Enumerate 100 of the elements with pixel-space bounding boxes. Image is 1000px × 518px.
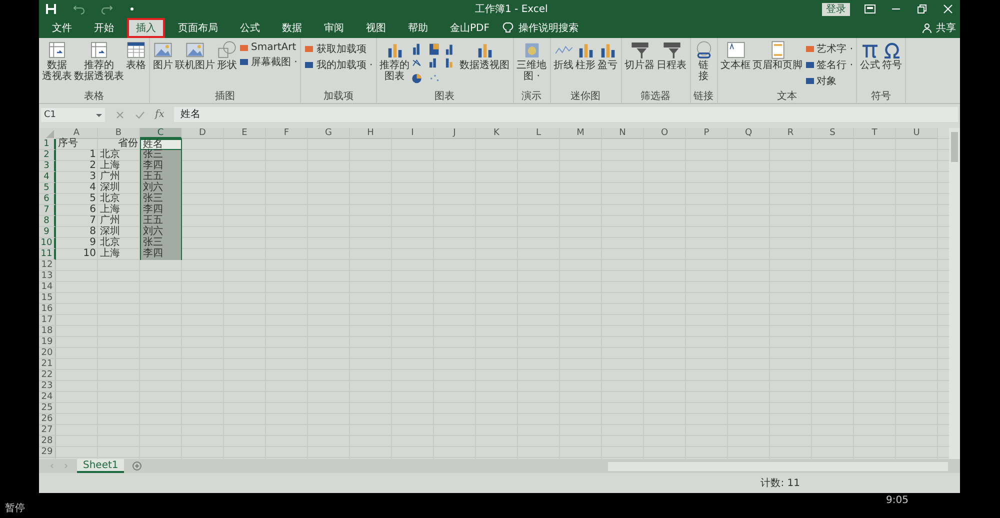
row-header[interactable]: 2 [39,150,56,161]
column-header[interactable]: T [854,128,896,139]
ribbon-display-icon[interactable] [864,3,876,15]
check-icon[interactable] [135,110,145,120]
column-header[interactable]: L [518,128,560,139]
ribbon-button[interactable]: 艺术字 · [804,42,854,56]
column-header[interactable]: B [98,128,140,139]
redo-icon[interactable] [101,3,113,15]
ribbon-tab[interactable]: 页面布局 [169,18,227,38]
ribbon-button[interactable]: 联机图片 [174,40,216,71]
column-header[interactable]: K [476,128,518,139]
row-header[interactable]: 9 [39,227,56,238]
add-sheet-icon[interactable] [132,461,142,471]
ribbon-button[interactable]: 屏幕截图 · [238,55,298,69]
column-header[interactable]: O [644,128,686,139]
row-header[interactable]: 13 [39,271,56,282]
ribbon-tab[interactable]: 公式 [231,18,269,38]
ribbon-button[interactable]: 我的加载项 · [303,58,374,72]
ribbon-tab[interactable]: 文件 [43,18,81,38]
ribbon-button[interactable]: 对象 [804,74,854,88]
ribbon-button[interactable]: 图片 [152,40,174,71]
ribbon-button[interactable]: 折线 [552,40,575,71]
row-header[interactable]: 5 [39,183,56,194]
row-header[interactable]: 6 [39,194,56,205]
column-header[interactable]: P [686,128,728,139]
row-header[interactable]: 27 [39,425,56,436]
row-header[interactable]: 8 [39,216,56,227]
ribbon-button[interactable]: 表格 [125,40,147,71]
row-header[interactable]: 12 [39,260,56,271]
row-header[interactable]: 11 [39,249,56,260]
row-header[interactable]: 17 [39,315,56,326]
ribbon-button[interactable]: SmartArt [238,42,298,53]
person-icon[interactable] [922,23,932,33]
insert-function-button[interactable]: fx [155,109,164,120]
ribbon-button[interactable]: 日程表 [656,40,688,71]
sign-in-button[interactable]: 登录 [822,2,850,16]
row-header[interactable]: 19 [39,337,56,348]
ribbon-button[interactable]: 公式 [859,40,882,71]
ribbon-button[interactable]: 签名行 · [804,58,854,72]
row-header[interactable]: 1 [39,139,56,150]
column-header[interactable]: A [56,128,98,139]
ribbon-button[interactable]: 链 接 [692,40,715,82]
row-header[interactable]: 4 [39,172,56,183]
row-header[interactable]: 29 [39,447,56,458]
column-header[interactable]: J [434,128,476,139]
ribbon-button[interactable]: 三维地 图 · [516,40,548,82]
ribbon-tab[interactable]: 开始 [85,18,123,38]
row-header[interactable]: 16 [39,304,56,315]
ribbon-tab[interactable]: 插入 [127,18,165,38]
row-header[interactable]: 14 [39,282,56,293]
row-header[interactable]: 15 [39,293,56,304]
ribbon-button[interactable]: 推荐的 图表 [378,40,411,82]
sheet-tab[interactable]: Sheet1 [77,459,124,473]
formula-input[interactable]: 姓名 [174,107,958,122]
column-header[interactable]: U [896,128,938,139]
column-header[interactable]: H [350,128,392,139]
column-header[interactable]: G [308,128,350,139]
horizontal-scrollbar[interactable] [608,462,948,470]
column-header[interactable]: R [770,128,812,139]
ribbon-button[interactable]: 数据 透视表 [41,40,73,82]
column-header[interactable]: S [812,128,854,139]
vertical-scrollbar[interactable] [949,128,960,459]
ribbon-button[interactable]: 形状 [216,40,238,71]
ribbon-button[interactable]: 符号 [881,40,904,71]
close-icon[interactable] [942,3,954,15]
ribbon-button[interactable]: 获取加载项 [303,42,374,56]
row-header[interactable]: 28 [39,436,56,447]
row-header[interactable]: 24 [39,392,56,403]
tell-me-search[interactable]: 操作说明搜索 [518,21,578,35]
cancel-icon[interactable] [115,110,125,120]
column-header[interactable]: C [140,128,182,139]
ribbon-button[interactable]: 推荐的 数据透视表 [73,40,125,82]
row-header[interactable]: 26 [39,414,56,425]
ribbon-button[interactable]: 页眉和页脚 [752,40,804,71]
column-header[interactable]: I [392,128,434,139]
row-header[interactable]: 18 [39,326,56,337]
column-header[interactable]: F [266,128,308,139]
ribbon-button[interactable]: 柱形 [574,40,597,71]
column-header[interactable]: M [560,128,602,139]
row-header[interactable]: 23 [39,381,56,392]
row-header[interactable]: 10 [39,238,56,249]
ribbon-button[interactable]: 数据透视图 [458,40,511,71]
ribbon-tab[interactable]: 审阅 [315,18,353,38]
share-button[interactable]: 共享 [936,21,956,35]
undo-icon[interactable] [73,3,85,15]
ribbon-tab[interactable]: 数据 [273,18,311,38]
row-header[interactable]: 25 [39,403,56,414]
ribbon-button[interactable]: 文本框 [720,40,752,71]
column-header[interactable]: Q [728,128,770,139]
ribbon-button[interactable]: 盈亏 [596,40,619,71]
column-header[interactable]: N [602,128,644,139]
row-header[interactable]: 21 [39,359,56,370]
ribbon-tab[interactable]: 金山PDF [441,18,498,38]
column-header[interactable]: E [224,128,266,139]
dot-icon[interactable] [129,6,135,12]
row-header[interactable]: 3 [39,161,56,172]
restore-icon[interactable] [916,3,928,15]
row-header[interactable]: 22 [39,370,56,381]
ribbon-button[interactable]: 切片器 [624,40,656,71]
column-header[interactable]: D [182,128,224,139]
